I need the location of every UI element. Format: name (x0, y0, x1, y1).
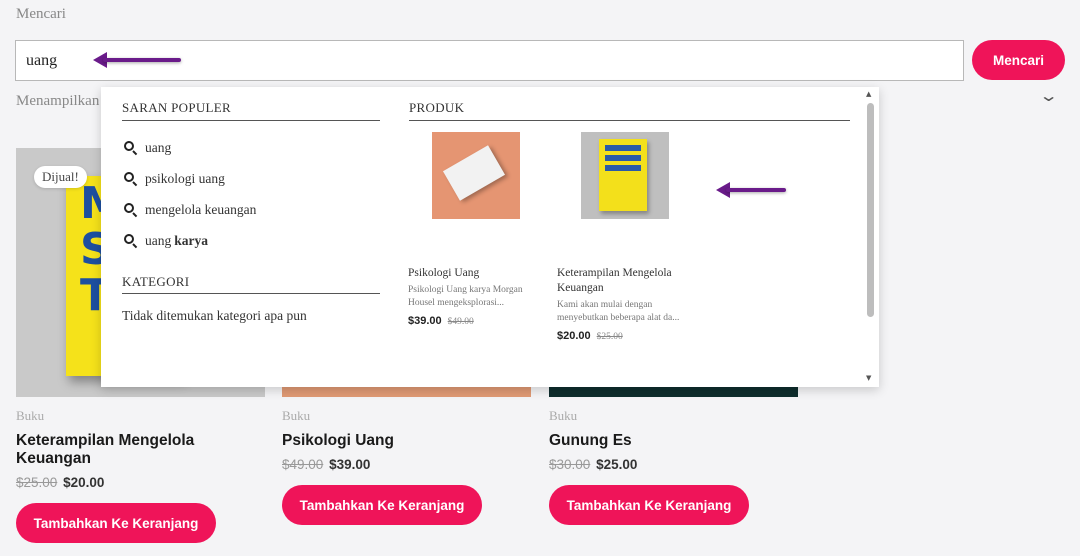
suggestion-bold-text: karya (174, 232, 208, 248)
annotation-arrow (93, 52, 181, 68)
product-title[interactable]: Psikologi Uang (282, 432, 532, 450)
scroll-down-arrow[interactable]: ▼ (866, 374, 871, 382)
current-price: $20.00 (557, 330, 591, 342)
add-to-cart-button[interactable]: Tambahkan Ke Keranjang (549, 485, 749, 525)
product-suggestion-desc: Psikologi Uang karya Morgan Housel menge… (408, 285, 523, 308)
old-price: $49.00 (282, 457, 324, 472)
scroll-up-arrow[interactable]: ▲ (866, 90, 871, 98)
current-price: $39.00 (329, 457, 371, 472)
search-button[interactable]: Mencari (972, 40, 1065, 80)
suggestion-item[interactable]: uang (123, 132, 256, 163)
current-price: $39.00 (408, 315, 442, 327)
suggestions-heading: SARAN POPULER (122, 100, 232, 115)
product-thumbnail (432, 132, 520, 219)
suggestion-text: uang (145, 139, 172, 155)
product-suggestion-price: $39.00 $49.00 (408, 315, 548, 327)
current-price: $25.00 (596, 457, 638, 472)
product-category: Buku (16, 408, 45, 423)
search-icon (123, 171, 138, 187)
search-icon (123, 140, 138, 156)
category-empty-text: Tidak ditemukan kategori apa pun (122, 308, 307, 323)
suggestion-item[interactable]: mengelola keuangan (123, 194, 256, 225)
product-price: $49.00 $39.00 (282, 457, 532, 472)
search-label: Mencari (16, 6, 66, 22)
product-suggestion-title: Psikologi Uang (408, 267, 480, 279)
product-price: $30.00 $25.00 (549, 457, 799, 472)
suggestion-item[interactable]: uang karya (123, 225, 256, 256)
current-price: $20.00 (63, 475, 105, 490)
divider (409, 120, 850, 121)
product-suggestion[interactable]: Psikologi Uang Psikologi Uang karya Morg… (408, 132, 548, 327)
add-to-cart-button[interactable]: Tambahkan Ke Keranjang (16, 503, 216, 543)
search-suggestions-dropdown: SARAN POPULER uang psikologi uang mengel… (101, 87, 879, 387)
product-category: Buku (549, 408, 578, 423)
category-heading: KATEGORI (122, 274, 190, 289)
suggestion-text: psikologi uang (145, 170, 225, 186)
result-count: Menampilkan (16, 93, 100, 109)
product-thumbnail (581, 132, 669, 219)
suggestion-list: uang psikologi uang mengelola keuangan u… (123, 132, 256, 256)
old-price: $49.00 (447, 317, 474, 327)
product-title[interactable]: Keterampilan Mengelola Keuangan (16, 432, 206, 468)
product-title[interactable]: Gunung Es (549, 432, 799, 450)
product-category: Buku (282, 408, 311, 423)
suggestion-text: mengelola keuangan (145, 201, 257, 217)
old-price: $25.00 (596, 332, 623, 342)
add-to-cart-button[interactable]: Tambahkan Ke Keranjang (282, 485, 482, 525)
search-icon (123, 202, 138, 218)
product-suggestion-title: Keterampilan Mengelola Keuangan (557, 267, 672, 294)
scrollbar-thumb[interactable] (867, 103, 874, 317)
suggestion-item[interactable]: psikologi uang (123, 163, 256, 194)
annotation-arrow (716, 182, 786, 198)
search-icon (123, 233, 138, 249)
product-suggestion[interactable]: Keterampilan Mengelola Keuangan Kami aka… (557, 132, 697, 342)
products-heading: PRODUK (409, 100, 465, 115)
product-suggestion-price: $20.00 $25.00 (557, 330, 697, 342)
old-price: $25.00 (16, 475, 58, 490)
chevron-down-icon[interactable]: ⌄ (1039, 86, 1059, 105)
divider (122, 293, 380, 294)
product-price: $25.00 $20.00 (16, 475, 266, 490)
suggestion-text: uang (145, 232, 172, 248)
sale-badge: Dijual! (34, 166, 87, 188)
divider (122, 120, 380, 121)
product-suggestion-desc: Kami akan mulai dengan menyebutkan beber… (557, 300, 680, 323)
old-price: $30.00 (549, 457, 591, 472)
